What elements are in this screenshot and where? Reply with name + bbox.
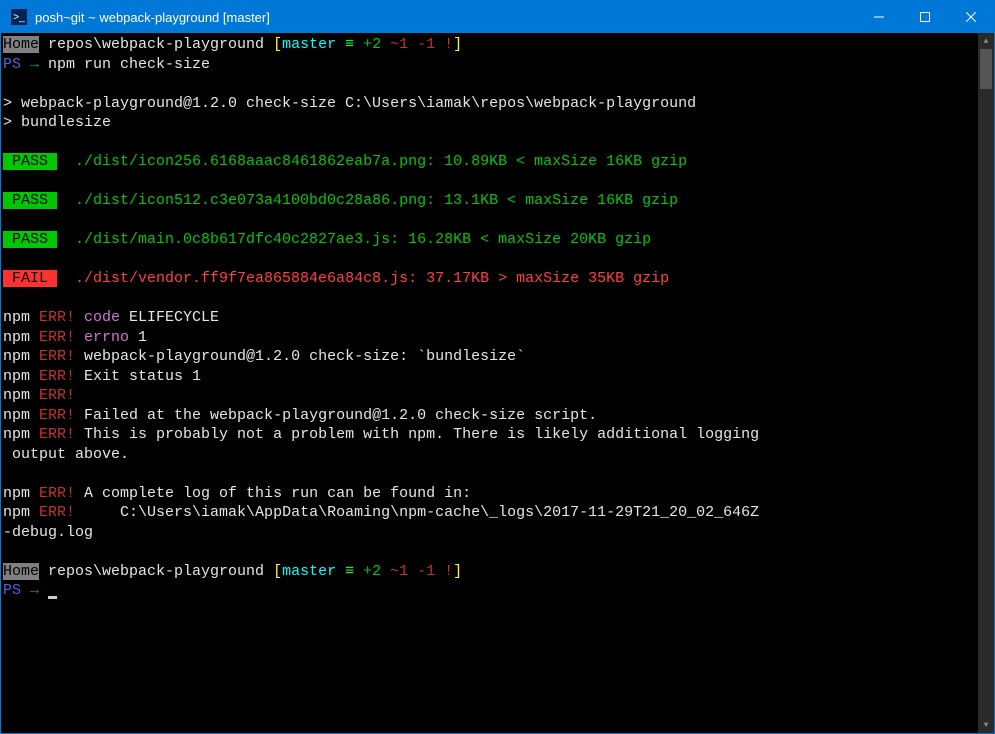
pass-badge: PASS [3, 231, 57, 248]
branch-name: master [282, 563, 336, 580]
err-label: ERR! [30, 368, 75, 385]
npm-label: npm [3, 348, 30, 365]
npm-header-2: > bundlesize [3, 113, 978, 133]
result-text: ./dist/icon256.6168aaac8461862eab7a.png:… [57, 153, 687, 170]
window-controls [856, 1, 994, 33]
prompt-path: repos\webpack-playground [39, 563, 273, 580]
err-text: A complete log of this run can be found … [75, 485, 471, 502]
err-text: Exit status 1 [75, 368, 201, 385]
err-text: webpack-playground@1.2.0 check-size: `bu… [75, 348, 525, 365]
err-label: ERR! [30, 485, 75, 502]
git-plus: +2 [363, 36, 381, 53]
branch-close: ] [453, 563, 462, 580]
err-text: This is probably not a problem with npm.… [75, 426, 759, 443]
command-input: npm run check-size [48, 56, 210, 73]
err-text: Failed at the webpack-playground@1.2.0 c… [75, 407, 597, 424]
ps-prompt: PS [3, 56, 21, 73]
err-label: ERR! [30, 387, 75, 404]
branch-open: [ [273, 563, 282, 580]
home-badge: Home [3, 36, 39, 53]
result-text: ./dist/vendor.ff9f7ea865884e6a84c8.js: 3… [57, 270, 669, 287]
err-text: -debug.log [3, 524, 93, 541]
window-title: posh~git ~ webpack-playground [master] [35, 10, 856, 25]
terminal-window: >_ posh~git ~ webpack-playground [master… [0, 0, 995, 734]
npm-label: npm [3, 426, 30, 443]
fail-badge: FAIL [3, 270, 57, 287]
cursor [48, 596, 57, 599]
powershell-icon: >_ [11, 9, 27, 25]
git-bang: ! [435, 563, 453, 580]
prompt-path: repos\webpack-playground [39, 36, 273, 53]
maximize-button[interactable] [902, 1, 948, 33]
err-label: ERR! [30, 504, 75, 521]
prompt-arrow: → [21, 56, 48, 73]
ps-prompt: PS [3, 582, 21, 599]
git-tilde: ~1 [381, 36, 408, 53]
err-code-val: ELIFECYCLE [120, 309, 219, 326]
pass-badge: PASS [3, 153, 57, 170]
branch-name: master [282, 36, 336, 53]
npm-label: npm [3, 368, 30, 385]
npm-label: npm [3, 329, 30, 346]
err-errno-label: errno [75, 329, 129, 346]
err-label: ERR! [30, 407, 75, 424]
prompt-arrow: → [21, 582, 48, 599]
scrollbar-thumb[interactable] [980, 49, 992, 89]
git-minus: -1 [408, 563, 435, 580]
branch-open: [ [273, 36, 282, 53]
scroll-down-icon[interactable]: ▼ [978, 717, 994, 733]
home-badge: Home [3, 563, 39, 580]
git-equiv: ≡ [336, 36, 363, 53]
err-label: ERR! [30, 309, 75, 326]
err-text: output above. [3, 446, 129, 463]
terminal-output[interactable]: Home repos\webpack-playground [master ≡ … [1, 33, 978, 733]
err-errno-val: 1 [129, 329, 147, 346]
result-text: ./dist/icon512.c3e073a4100bd0c28a86.png:… [57, 192, 678, 209]
npm-label: npm [3, 407, 30, 424]
pass-badge: PASS [3, 192, 57, 209]
scroll-up-icon[interactable]: ▲ [978, 33, 994, 49]
titlebar[interactable]: >_ posh~git ~ webpack-playground [master… [1, 1, 994, 33]
branch-close: ] [453, 36, 462, 53]
git-plus: +2 [363, 563, 381, 580]
npm-label: npm [3, 309, 30, 326]
terminal-container: Home repos\webpack-playground [master ≡ … [1, 33, 994, 733]
err-text: C:\Users\iamak\AppData\Roaming\npm-cache… [75, 504, 759, 521]
npm-label: npm [3, 485, 30, 502]
err-label: ERR! [30, 348, 75, 365]
scrollbar[interactable]: ▲ ▼ [978, 33, 994, 733]
npm-label: npm [3, 387, 30, 404]
err-label: ERR! [30, 329, 75, 346]
close-button[interactable] [948, 1, 994, 33]
git-bang: ! [435, 36, 453, 53]
npm-header-1: > webpack-playground@1.2.0 check-size C:… [3, 94, 978, 114]
err-label: ERR! [30, 426, 75, 443]
minimize-button[interactable] [856, 1, 902, 33]
err-code-label: code [75, 309, 120, 326]
git-equiv: ≡ [336, 563, 363, 580]
git-tilde: ~1 [381, 563, 408, 580]
result-text: ./dist/main.0c8b617dfc40c2827ae3.js: 16.… [57, 231, 651, 248]
npm-label: npm [3, 504, 30, 521]
git-minus: -1 [408, 36, 435, 53]
